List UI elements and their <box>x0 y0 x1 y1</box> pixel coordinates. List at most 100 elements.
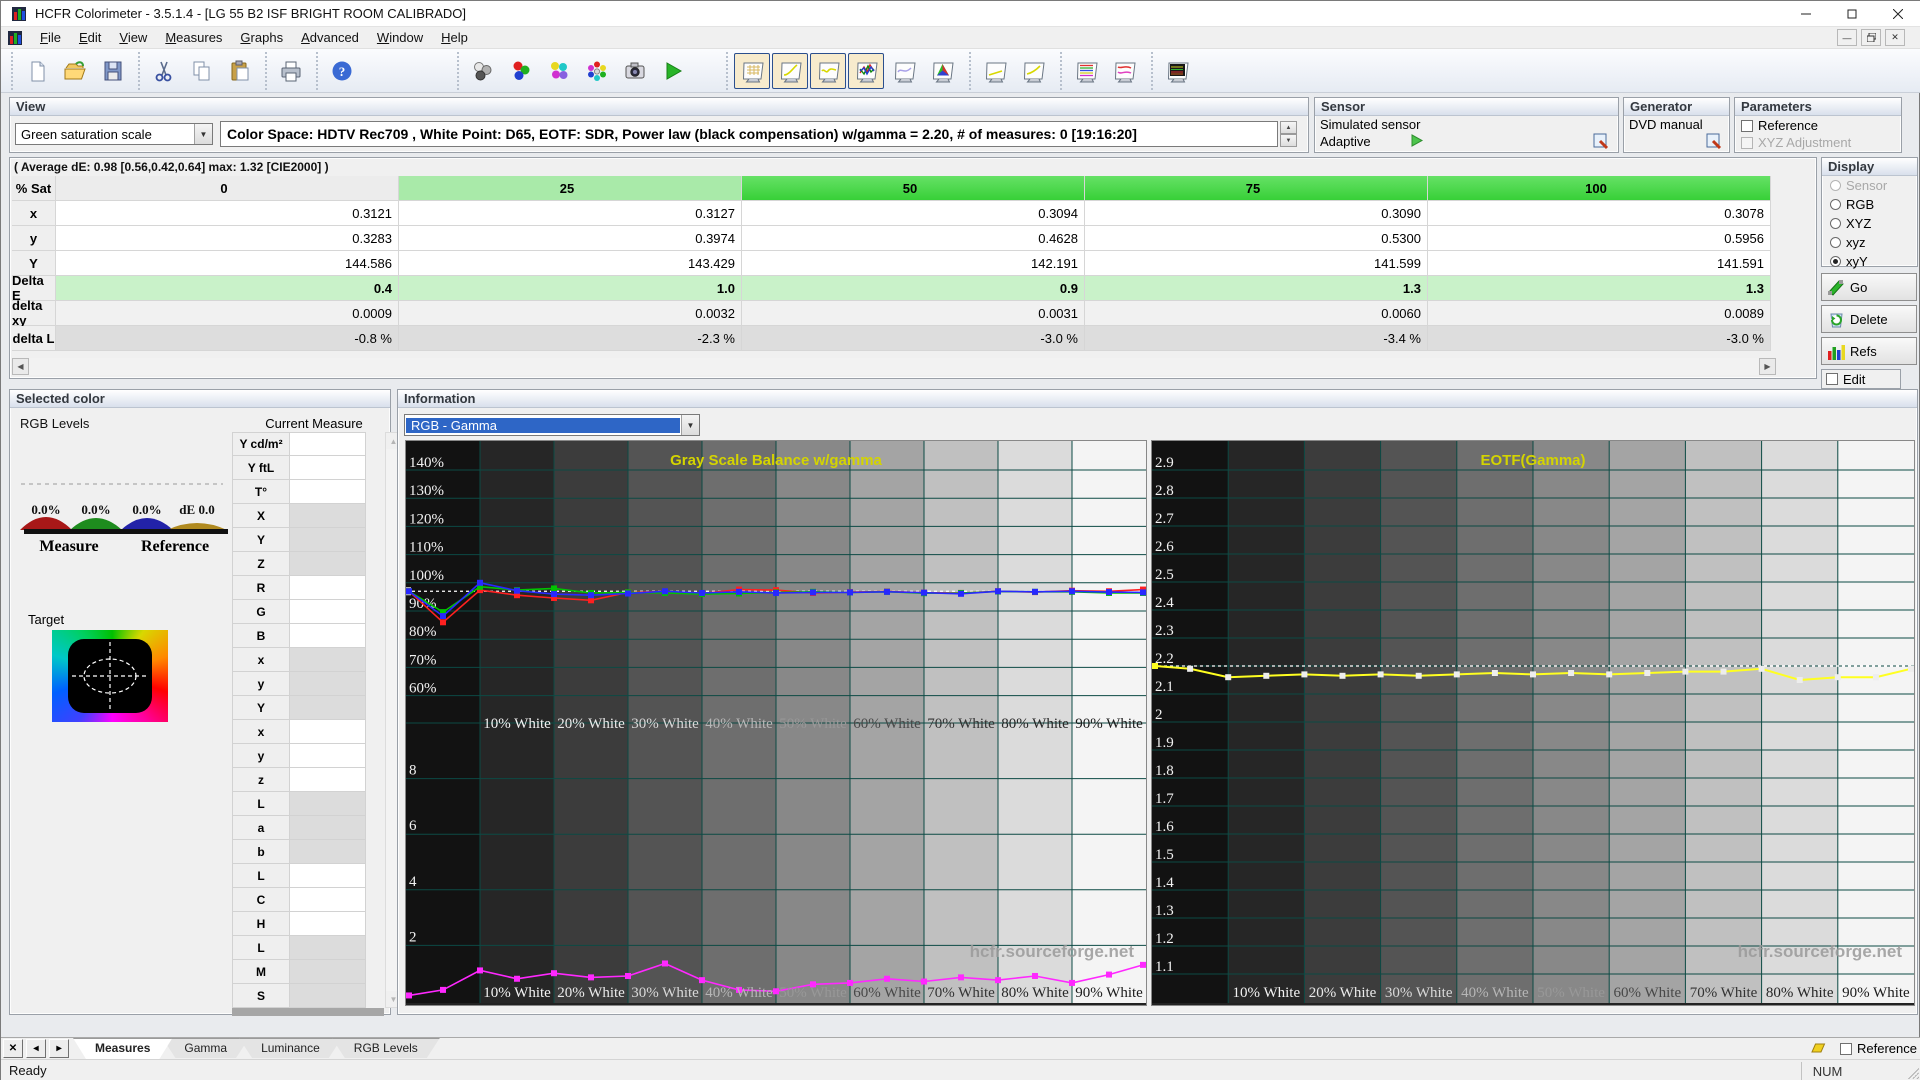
status-message: Ready <box>9 1063 47 1078</box>
current-measure-value <box>290 504 366 528</box>
spinner-up-icon[interactable]: ▲ <box>1280 121 1297 134</box>
svg-text:10% White: 10% White <box>1232 985 1300 1001</box>
maximize-button[interactable] <box>1829 1 1875 27</box>
tab-gamma[interactable]: Gamma <box>162 1038 249 1058</box>
tab-close-button[interactable]: ✕ <box>3 1039 23 1058</box>
svg-text:50% White: 50% White <box>779 985 847 1001</box>
radio-icon[interactable] <box>1830 218 1841 229</box>
measure-secondaries-button[interactable] <box>541 53 577 89</box>
checkbox-icon[interactable] <box>1826 373 1838 385</box>
mdi-minimize-button[interactable]: — <box>1837 29 1857 46</box>
svg-text:80% White: 80% White <box>1001 985 1069 1001</box>
svg-text:1.4: 1.4 <box>1155 875 1174 891</box>
scroll-left-icon[interactable]: ◀ <box>12 358 29 375</box>
edit-checkbox[interactable]: Edit <box>1821 369 1901 389</box>
svg-text:2: 2 <box>409 929 417 945</box>
scroll-right-icon[interactable]: ▶ <box>1759 358 1776 375</box>
sensor-run-icon[interactable] <box>1410 134 1424 150</box>
measure-run-button[interactable] <box>655 53 691 89</box>
generator-configure-icon[interactable] <box>1705 132 1723 153</box>
measure-grayscale-button[interactable] <box>465 53 501 89</box>
minimize-button[interactable] <box>1783 1 1829 27</box>
svg-text:80% White: 80% White <box>1001 716 1069 732</box>
menu-edit[interactable]: Edit <box>70 28 110 47</box>
selected-color-title: Selected color <box>10 390 390 408</box>
target-gamut-patch <box>52 630 168 722</box>
app-icon <box>11 6 27 22</box>
save-file-button[interactable] <box>95 53 131 89</box>
menu-file[interactable]: File <box>31 28 70 47</box>
measure-capture-icon <box>625 62 645 78</box>
view-cie-diagram-button[interactable] <box>924 53 960 89</box>
copy-button[interactable] <box>184 53 220 89</box>
view-free-measures-button[interactable] <box>1159 53 1195 89</box>
sensor-configure-icon[interactable] <box>1592 132 1610 153</box>
column-header-0: 0 <box>56 176 399 201</box>
view-saturation-shift-button[interactable] <box>1106 53 1142 89</box>
radio-icon[interactable] <box>1830 199 1841 210</box>
display-mode-rgb[interactable]: RGB <box>1822 195 1917 214</box>
view-gamma-secondary-button[interactable] <box>977 53 1013 89</box>
view-rgb-levels-icon <box>856 62 878 82</box>
measure-count-spinner[interactable]: ▲ ▼ <box>1280 121 1297 147</box>
tab-next-button[interactable]: ▸ <box>49 1039 69 1058</box>
measure-capture-button[interactable] <box>617 53 653 89</box>
chevron-down-icon[interactable]: ▼ <box>681 415 699 435</box>
svg-text:40% White: 40% White <box>705 716 773 732</box>
display-mode-xyz[interactable]: XYZ <box>1822 214 1917 233</box>
menu-help[interactable]: Help <box>432 28 477 47</box>
new-file-button[interactable] <box>19 53 55 89</box>
print-button[interactable] <box>273 53 309 89</box>
view-rgb-levels-button[interactable] <box>848 52 884 89</box>
current-measure-row: y <box>232 744 384 768</box>
tab-measures[interactable]: Measures <box>73 1038 172 1059</box>
view-measures-button[interactable] <box>734 52 770 89</box>
resize-grip[interactable] <box>1905 1065 1919 1079</box>
delete-button[interactable]: Delete <box>1821 305 1917 333</box>
measure-colorchecker-button[interactable] <box>579 53 615 89</box>
current-measure-row: B <box>232 624 384 648</box>
cut-button[interactable] <box>146 53 182 89</box>
svg-text:0.0%: 0.0% <box>132 502 161 517</box>
scale-selector[interactable]: Green saturation scale ▼ <box>15 123 213 145</box>
view-gamma-button[interactable] <box>772 52 808 89</box>
tab-rgb-levels[interactable]: RGB Levels <box>332 1038 440 1058</box>
information-panel-title: Information <box>398 390 1917 408</box>
menu-advanced[interactable]: Advanced <box>292 28 368 47</box>
current-measure-label: L <box>232 864 290 888</box>
current-measure-value <box>290 600 366 624</box>
tab-luminance[interactable]: Luminance <box>239 1038 342 1058</box>
close-button[interactable] <box>1875 1 1920 27</box>
go-button[interactable]: Go <box>1821 273 1917 301</box>
view-line-chart-button[interactable] <box>886 53 922 89</box>
mdi-restore-button[interactable] <box>1861 29 1881 46</box>
measure-primaries-button[interactable] <box>503 53 539 89</box>
view-history-button[interactable] <box>1068 53 1104 89</box>
radio-icon[interactable] <box>1830 237 1841 248</box>
mdi-close-button[interactable]: ✕ <box>1885 29 1905 46</box>
measures-table-scrollbar[interactable]: ◀ ▶ <box>12 358 1776 375</box>
open-file-button[interactable] <box>57 53 93 89</box>
chevron-down-icon[interactable]: ▼ <box>194 124 212 144</box>
display-mode-xyz[interactable]: xyz <box>1822 233 1917 252</box>
view-luminance-button[interactable] <box>810 52 846 89</box>
help-button[interactable]: ? <box>324 53 360 89</box>
spinner-down-icon[interactable]: ▼ <box>1280 134 1297 147</box>
bottom-reference-checkbox[interactable]: Reference <box>1840 1041 1917 1056</box>
menu-window[interactable]: Window <box>368 28 432 47</box>
menu-graphs[interactable]: Graphs <box>231 28 292 47</box>
current-measure-row: a <box>232 816 384 840</box>
menu-measures[interactable]: Measures <box>156 28 231 47</box>
checkbox-icon[interactable] <box>1840 1042 1853 1055</box>
refs-button[interactable]: Refs <box>1821 337 1917 365</box>
radio-icon[interactable] <box>1830 256 1841 267</box>
menu-view[interactable]: View <box>110 28 156 47</box>
tab-prev-button[interactable]: ◂ <box>26 1039 46 1058</box>
reference-checkbox[interactable]: Reference <box>1741 118 1818 133</box>
display-mode-xyy[interactable]: xyY <box>1822 252 1917 271</box>
paste-button[interactable] <box>222 53 258 89</box>
chart-type-selector[interactable]: RGB - Gamma ▼ <box>404 414 700 436</box>
checkbox-icon[interactable] <box>1741 120 1753 132</box>
target-label: Target <box>28 612 65 627</box>
view-luminance-secondary-button[interactable] <box>1015 53 1051 89</box>
